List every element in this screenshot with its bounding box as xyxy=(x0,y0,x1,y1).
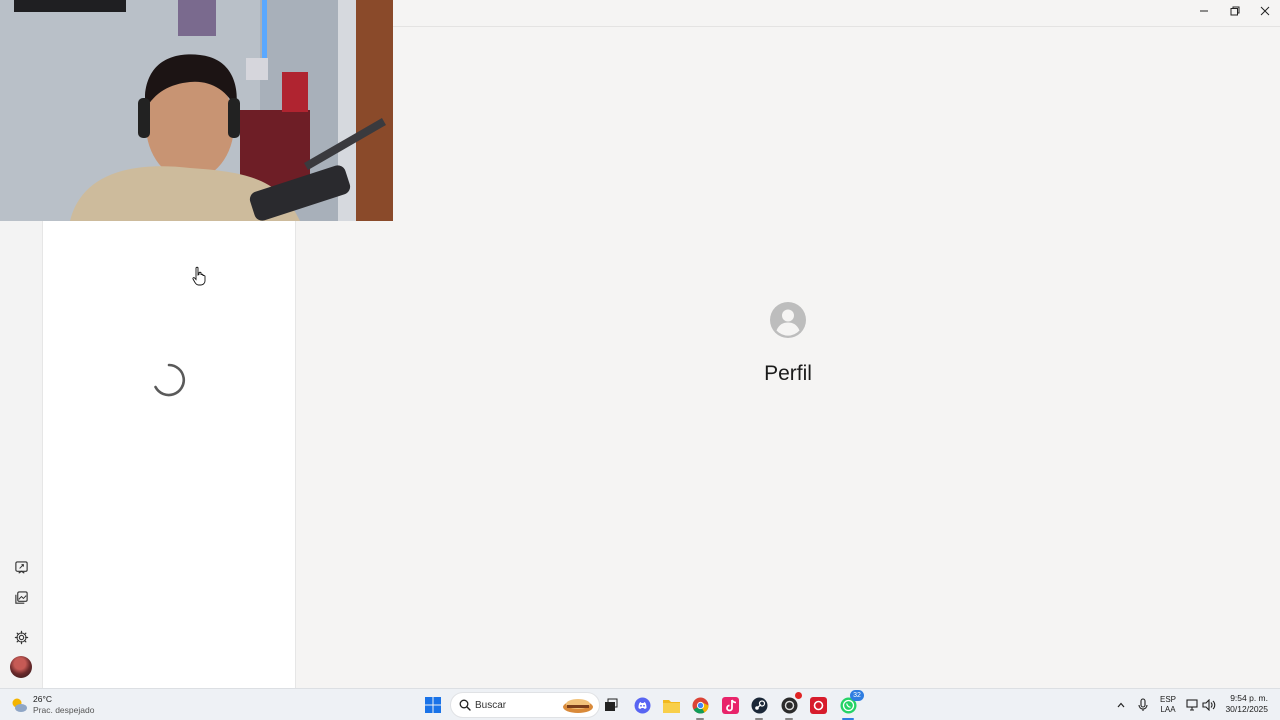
whatsapp-badge: 32 xyxy=(850,690,864,701)
app-icon xyxy=(781,697,797,713)
discord-icon xyxy=(634,697,650,713)
loading-spinner xyxy=(154,363,186,397)
discord-button[interactable] xyxy=(631,694,653,716)
restore-icon xyxy=(1230,6,1239,16)
maximize-button[interactable] xyxy=(1219,0,1250,22)
volume-button[interactable] xyxy=(1198,694,1220,716)
webcam-image xyxy=(0,0,393,221)
app-red-button[interactable] xyxy=(807,694,829,716)
search-placeholder: Buscar xyxy=(475,700,507,711)
settings-icon xyxy=(14,630,28,644)
hand-cursor-icon xyxy=(192,266,206,286)
volume-icon xyxy=(1202,699,1216,711)
windows-start-icon xyxy=(425,697,441,713)
app-button[interactable] xyxy=(778,692,802,720)
windows-start-button[interactable] xyxy=(422,694,444,716)
gallery-button[interactable] xyxy=(10,586,32,608)
app-red-icon xyxy=(809,696,827,714)
page-title: Perfil xyxy=(764,362,812,385)
main-pane: Perfil xyxy=(296,27,1280,688)
capcut-button[interactable] xyxy=(719,694,741,716)
task-view-icon xyxy=(605,698,618,711)
weather-temperature: 26°C xyxy=(33,694,52,704)
close-icon xyxy=(1260,6,1269,16)
clock-time: 9:54 p. m. xyxy=(1230,693,1268,703)
minimize-icon xyxy=(1199,10,1208,12)
capcut-icon xyxy=(721,696,739,714)
search-icon xyxy=(459,699,471,711)
microphone-button[interactable] xyxy=(1132,694,1154,716)
taskbar-search[interactable]: Buscar xyxy=(450,692,600,718)
steam-icon xyxy=(751,697,767,713)
language-indicator[interactable]: ESP LAA xyxy=(1156,695,1180,715)
minimize-button[interactable] xyxy=(1188,0,1219,22)
chrome-button[interactable] xyxy=(689,694,711,720)
keyboard-layout: LAA xyxy=(1160,705,1176,714)
language-code: ESP xyxy=(1159,695,1176,704)
whatsapp-button[interactable]: 32 xyxy=(837,690,864,720)
microphone-icon xyxy=(1138,698,1148,711)
show-hidden-icons-button[interactable] xyxy=(1110,694,1132,716)
taskbar: 26°C Prac. despejado Buscar 32 ESP LAA 9… xyxy=(0,688,1280,720)
file-explorer-button[interactable] xyxy=(660,694,682,716)
clock-date: 30/12/2025 xyxy=(1225,704,1268,714)
user-avatar[interactable] xyxy=(10,656,32,678)
notification-dot xyxy=(795,692,802,699)
steam-button[interactable] xyxy=(748,694,770,720)
partly-cloudy-icon xyxy=(12,698,27,712)
weather-description: Prac. despejado xyxy=(33,705,95,715)
whats-new-icon xyxy=(14,560,28,574)
close-button[interactable] xyxy=(1249,0,1280,22)
search-highlight-icon xyxy=(563,699,593,713)
task-view-button[interactable] xyxy=(600,694,622,716)
profile-icon xyxy=(770,302,806,338)
chrome-icon xyxy=(692,697,708,713)
weather-widget[interactable]: 26°C Prac. despejado xyxy=(10,693,120,719)
chevron-up-icon xyxy=(1117,702,1125,708)
file-explorer-icon xyxy=(662,699,680,713)
webcam-overlay xyxy=(0,0,393,221)
whats-new-button[interactable] xyxy=(10,556,32,578)
clock[interactable]: 9:54 p. m. 30/12/2025 xyxy=(1225,693,1268,715)
gallery-icon xyxy=(14,590,28,604)
settings-button[interactable] xyxy=(10,626,32,648)
